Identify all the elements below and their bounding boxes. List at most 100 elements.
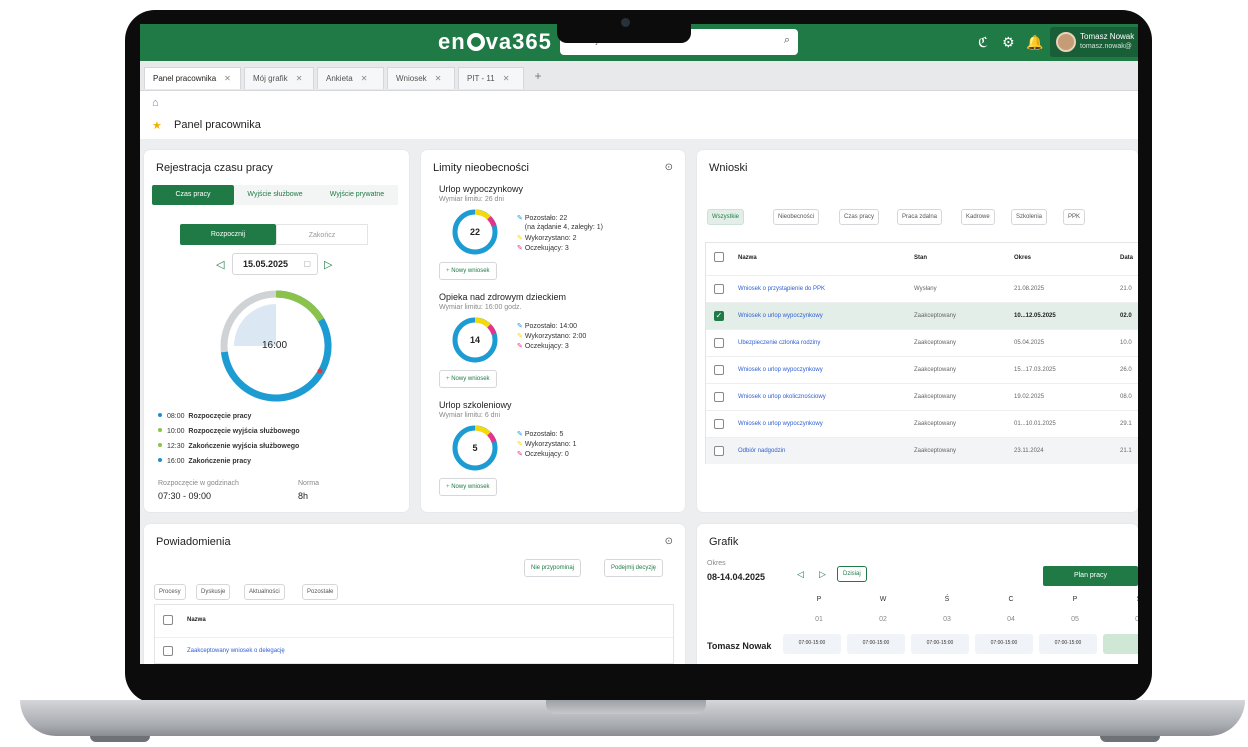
close-icon[interactable]: ✕: [296, 74, 303, 83]
col-header: Data: [1120, 255, 1134, 261]
date-field[interactable]: 15.05.2025 ▢: [232, 253, 318, 275]
tab-moj-grafik[interactable]: Mój grafik ✕: [244, 67, 314, 89]
day-letter: P: [816, 596, 822, 603]
shift-cell[interactable]: [1103, 634, 1138, 654]
new-request-button[interactable]: + Nowy wniosek: [439, 262, 497, 280]
new-request-button[interactable]: + Nowy wniosek: [439, 478, 497, 496]
shift-cell[interactable]: 07:00-15:00: [975, 634, 1033, 654]
limit-size: Wymiar limitu: 6 dni: [439, 412, 501, 419]
request-link[interactable]: Wniosek o urlop wypoczynkowy: [738, 421, 823, 427]
seg-wyjscie-sluzbowe[interactable]: Wyjście służbowe: [234, 185, 316, 205]
close-icon[interactable]: ✕: [361, 74, 368, 83]
day-letter: P: [1072, 596, 1078, 603]
prev-week-icon[interactable]: ◁: [797, 569, 804, 580]
close-icon[interactable]: ✕: [224, 74, 231, 83]
filter-kadrowe[interactable]: Kadrowe: [961, 209, 995, 225]
search-icon[interactable]: ⌕: [784, 34, 790, 47]
dont-remind-button[interactable]: Nie przypominaj: [524, 559, 582, 577]
today-button[interactable]: Dzisiaj: [837, 566, 867, 582]
request-period: 15...17.03.2025: [1014, 367, 1056, 373]
request-date: 29.1: [1120, 421, 1132, 427]
row-checkbox[interactable]: [714, 284, 724, 294]
decide-button[interactable]: Podejmij decyzję: [604, 559, 664, 577]
tab-panel-pracownika[interactable]: Panel pracownika ✕: [144, 67, 241, 89]
filter-szkolenia[interactable]: Szkolenia: [1011, 209, 1048, 225]
star-icon[interactable]: ★: [152, 119, 162, 132]
row-checkbox[interactable]: [714, 446, 724, 456]
request-link[interactable]: Wniosek o urlop wypoczynkowy: [738, 367, 823, 373]
table-row[interactable]: Wniosek o przystąpienie do PPK Wysłany 2…: [706, 275, 1138, 302]
select-all-checkbox[interactable]: [163, 615, 173, 625]
add-tab-button[interactable]: +: [530, 69, 546, 87]
filter-czas-pracy[interactable]: Czas pracy: [839, 209, 880, 225]
chip-procesy[interactable]: Procesy: [154, 584, 186, 600]
request-link[interactable]: Odbiór nadgodzin: [738, 448, 785, 454]
next-day-icon[interactable]: ▷: [324, 258, 332, 271]
app-logo[interactable]: en va365: [438, 29, 552, 55]
limit-line: ✎ Pozostało: 5: [517, 431, 564, 438]
filter-ppk[interactable]: PPK: [1063, 209, 1086, 225]
row-checkbox[interactable]: ✓: [714, 311, 724, 321]
filter-wszystkie[interactable]: Wszystkie: [707, 209, 744, 225]
request-period: 19.02.2025: [1014, 394, 1045, 400]
end-button[interactable]: Zakończ: [276, 224, 368, 245]
home-icon[interactable]: ⌂: [152, 97, 159, 109]
pencil-icon: ✎: [517, 451, 523, 458]
close-icon[interactable]: ✕: [435, 74, 442, 83]
table-row[interactable]: Wniosek o urlop wypoczynkowy Zaakceptowa…: [706, 410, 1138, 437]
norm-label: Norma: [298, 480, 320, 487]
bell-icon[interactable]: 🔔: [1026, 34, 1043, 51]
tab-ankieta[interactable]: Ankieta ✕: [317, 67, 384, 89]
user-menu[interactable]: Tomasz Nowak tomasz.nowak@: [1050, 27, 1138, 57]
request-date: 26.0: [1120, 367, 1132, 373]
shift-cell[interactable]: 07:00-15:00: [911, 634, 969, 654]
gear-icon[interactable]: ⚙: [1002, 34, 1015, 51]
event-item: 12:30 Zakończenie wyjścia służbowego: [158, 443, 299, 450]
row-checkbox[interactable]: [163, 646, 173, 656]
language-icon[interactable]: ℭ: [978, 34, 988, 51]
table-row[interactable]: Wniosek o urlop okolicznościowy Zaakcept…: [706, 383, 1138, 410]
row-checkbox[interactable]: [714, 419, 724, 429]
request-link[interactable]: Wniosek o przystąpienie do PPK: [738, 286, 825, 292]
filter-nieobecnosci[interactable]: Nieobecności: [773, 209, 820, 225]
chip-dyskusje[interactable]: Dyskusje: [196, 584, 231, 600]
new-request-button[interactable]: + Nowy wniosek: [439, 370, 497, 388]
shift-cell[interactable]: 07:00-15:00: [847, 634, 905, 654]
calendar-icon[interactable]: ▢: [303, 259, 311, 268]
day-number: 03: [943, 616, 951, 623]
limit-line: ✎ Wykorzystano: 2:00: [517, 333, 587, 340]
close-icon[interactable]: ✕: [503, 74, 510, 83]
tab-wniosek[interactable]: Wniosek ✕: [387, 67, 455, 89]
select-all-checkbox[interactable]: [714, 252, 724, 262]
row-checkbox[interactable]: [714, 365, 724, 375]
request-period: 05.04.2025: [1014, 340, 1045, 346]
shift-cell[interactable]: 07:00-15:00: [1039, 634, 1097, 654]
row-checkbox[interactable]: [714, 338, 724, 348]
prev-day-icon[interactable]: ◁: [216, 258, 224, 271]
table-row[interactable]: Wniosek o urlop wypoczynkowy Zaakceptowa…: [706, 356, 1138, 383]
avatar: [1056, 32, 1076, 52]
table-row[interactable]: ✓ Wniosek o urlop wypoczynkowy Zaakcepto…: [706, 302, 1138, 329]
filter-praca-zdalna[interactable]: Praca zdalna: [897, 209, 943, 225]
start-button[interactable]: Rozpocznij: [180, 224, 276, 245]
table-row[interactable]: Ubezpieczenie członka rodziny Zaakceptow…: [706, 329, 1138, 356]
request-link[interactable]: Wniosek o urlop wypoczynkowy: [738, 313, 823, 319]
tab-pit[interactable]: PIT - 11 ✕: [458, 67, 524, 89]
card-title: Rejestracja czasu pracy: [156, 162, 273, 174]
refresh-icon[interactable]: ⊙: [665, 536, 673, 547]
absence-limits-card: Limity nieobecności ⊙ Urlop wypoczynkowy…: [421, 150, 685, 512]
table-row[interactable]: Odbiór nadgodzin Zaakceptowany 23.11.202…: [706, 437, 1138, 464]
row-checkbox[interactable]: [714, 392, 724, 402]
shift-cell[interactable]: 07:00-15:00: [783, 634, 841, 654]
seg-wyjscie-prywatne[interactable]: Wyjście prywatne: [316, 185, 398, 205]
work-plan-button[interactable]: Plan pracy: [1043, 566, 1138, 586]
chip-pozostale[interactable]: Pozostałe: [302, 584, 339, 600]
refresh-icon[interactable]: ⊙: [665, 162, 673, 173]
notification-link[interactable]: Zaakceptowany wniosek o delegację: [187, 648, 285, 654]
next-week-icon[interactable]: ▷: [819, 569, 826, 580]
request-link[interactable]: Wniosek o urlop okolicznościowy: [738, 394, 826, 400]
request-link[interactable]: Ubezpieczenie członka rodziny: [738, 340, 820, 346]
col-header: Nazwa: [738, 255, 757, 261]
seg-czas-pracy[interactable]: Czas pracy: [152, 185, 234, 205]
chip-aktualnosci[interactable]: Aktualności: [244, 584, 285, 600]
